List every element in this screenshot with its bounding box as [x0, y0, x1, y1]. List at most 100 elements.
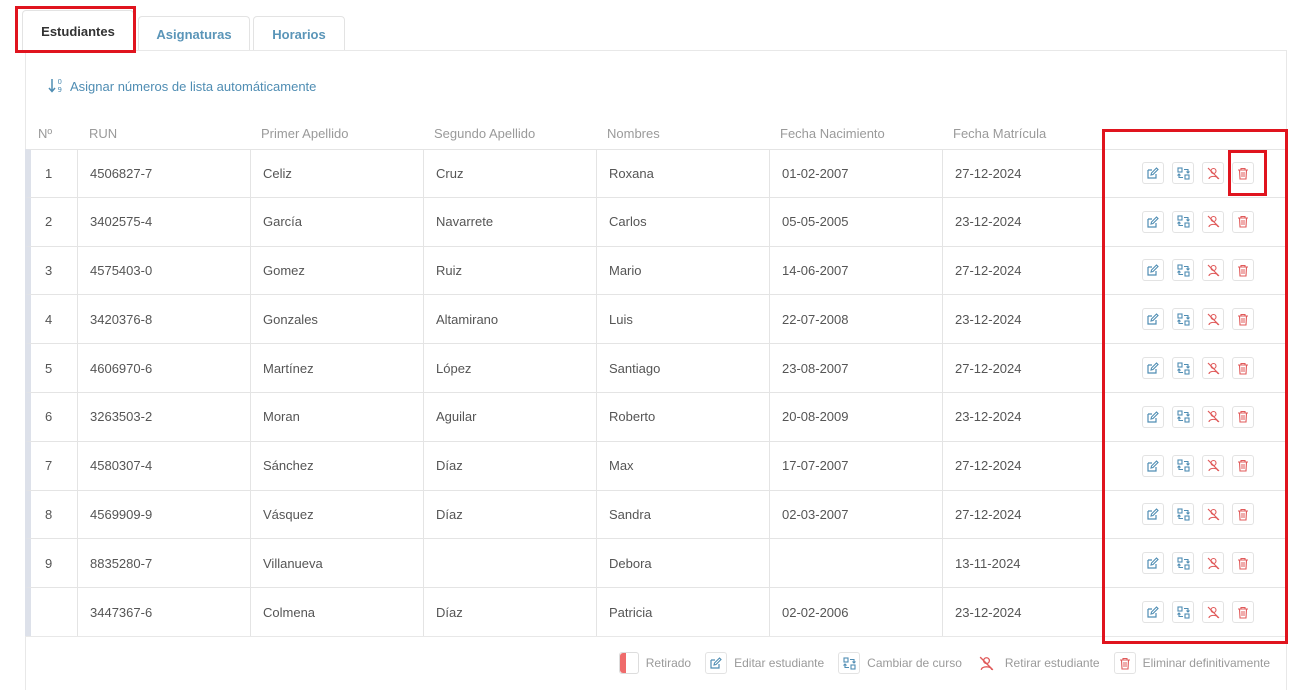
- legend-retirar-label: Retirar estudiante: [1004, 656, 1100, 670]
- cell-nombres: Roxana: [596, 150, 769, 197]
- user-remove-icon: [1207, 410, 1219, 423]
- user-remove-icon: [1207, 264, 1219, 277]
- delete-student-button[interactable]: [1232, 210, 1254, 233]
- withdraw-student-button[interactable]: [1202, 259, 1224, 282]
- cell-nombres: Max: [596, 441, 769, 490]
- edit-student-button[interactable]: [1142, 308, 1164, 331]
- withdraw-student-button[interactable]: [1202, 162, 1224, 185]
- edit-icon: [1147, 264, 1159, 277]
- trash-icon: [1238, 313, 1248, 326]
- delete-student-button[interactable]: [1232, 357, 1254, 380]
- cell-segundo-apellido: Díaz: [423, 441, 596, 490]
- cell-segundo-apellido: Aguilar: [423, 392, 596, 441]
- tab-estudiantes[interactable]: Estudiantes: [22, 10, 134, 52]
- delete-student-button[interactable]: [1232, 162, 1254, 185]
- user-remove-icon: [1207, 606, 1219, 618]
- withdraw-student-button[interactable]: [1202, 405, 1224, 428]
- change-course-button[interactable]: [1172, 357, 1194, 380]
- change-course-button[interactable]: [1172, 601, 1194, 624]
- delete-student-button[interactable]: [1232, 259, 1254, 282]
- cell-fecha-nacimiento: 05-05-2005: [769, 197, 942, 246]
- change-course-button[interactable]: [1172, 210, 1194, 233]
- withdraw-student-button[interactable]: [1202, 210, 1224, 233]
- cell-fecha-matricula: 27-12-2024: [942, 490, 1102, 539]
- edit-student-button[interactable]: [1142, 503, 1164, 526]
- user-remove-icon: [1207, 508, 1219, 521]
- table-row: 9 8835280-7 Villanueva Debora 13-11-2024: [25, 539, 1285, 589]
- sort-numeric-icon: 0 9: [48, 77, 64, 95]
- change-course-button[interactable]: [1172, 308, 1194, 331]
- cell-fecha-matricula: 27-12-2024: [942, 150, 1102, 197]
- edit-student-button[interactable]: [1142, 162, 1164, 185]
- cell-primer-apellido: Martínez: [250, 344, 423, 392]
- delete-student-button[interactable]: [1232, 405, 1254, 428]
- cell-nombres: Roberto: [596, 392, 769, 441]
- auto-assign-label: Asignar números de lista automáticamente: [70, 78, 317, 94]
- edit-student-button[interactable]: [1142, 259, 1164, 282]
- legend-divider: [25, 636, 1287, 637]
- change-course-button[interactable]: [1172, 454, 1194, 477]
- cell-fecha-nacimiento: [769, 539, 942, 588]
- edit-icon: [1147, 459, 1159, 472]
- edit-student-button[interactable]: [1142, 552, 1164, 575]
- cell-nombres: Luis: [596, 295, 769, 344]
- tab-asignaturas[interactable]: Asignaturas: [138, 16, 250, 52]
- cell-nombres: Carlos: [596, 197, 769, 246]
- edit-student-button[interactable]: [1142, 210, 1164, 233]
- change-course-button[interactable]: [1172, 552, 1194, 575]
- cell-primer-apellido: Sánchez: [250, 441, 423, 490]
- delete-student-button[interactable]: [1232, 503, 1254, 526]
- delete-student-button[interactable]: [1232, 308, 1254, 331]
- trash-icon: [1238, 411, 1248, 423]
- withdraw-student-button[interactable]: [1202, 357, 1224, 380]
- user-remove-icon: [1207, 215, 1219, 228]
- edit-icon: [1147, 167, 1159, 179]
- cell-num: 7: [45, 458, 53, 474]
- edit-student-button[interactable]: [1142, 454, 1164, 477]
- swap-icon: [1176, 459, 1190, 472]
- col-fecha-matricula: Fecha Matrícula: [953, 126, 1047, 141]
- tab-bar: Estudiantes Asignaturas Horarios: [16, 10, 1286, 52]
- cell-fecha-matricula: 27-12-2024: [942, 344, 1102, 392]
- change-course-button[interactable]: [1172, 162, 1194, 185]
- user-remove-icon: [1207, 557, 1219, 570]
- tab-horarios[interactable]: Horarios: [253, 16, 345, 52]
- trash-icon: [1238, 606, 1248, 619]
- col-num: Nº: [38, 126, 53, 141]
- cell-primer-apellido: Moran: [250, 392, 423, 441]
- edit-student-button[interactable]: [1142, 357, 1164, 380]
- cell-run: 3402575-4: [77, 197, 250, 246]
- edit-icon: [1147, 313, 1159, 325]
- swap-icon: [1176, 313, 1190, 326]
- auto-assign-button[interactable]: 0 9 Asignar números de lista automáticam…: [48, 76, 316, 96]
- cell-fecha-nacimiento: 17-07-2007: [769, 441, 942, 490]
- col-primer-apellido: Primer Apellido: [261, 126, 349, 141]
- cell-segundo-apellido: Altamirano: [423, 295, 596, 344]
- table-row: 5 4606970-6 Martínez López Santiago 23-0…: [25, 344, 1285, 393]
- legend-retirado: Retirado: [618, 652, 691, 674]
- withdraw-student-button[interactable]: [1202, 308, 1224, 331]
- change-course-button[interactable]: [1172, 405, 1194, 428]
- change-course-button[interactable]: [1172, 503, 1194, 526]
- change-course-button[interactable]: [1172, 259, 1194, 282]
- legend-retirar: Retirar estudiante: [975, 652, 1100, 674]
- cell-fecha-nacimiento: 01-02-2007: [769, 150, 942, 197]
- row-actions: [1142, 539, 1254, 587]
- cell-num: 8: [45, 506, 53, 522]
- edit-icon: [1147, 508, 1159, 521]
- cell-num: 6: [45, 409, 53, 425]
- delete-student-button[interactable]: [1232, 552, 1254, 575]
- edit-student-button[interactable]: [1142, 405, 1164, 428]
- withdraw-student-button[interactable]: [1202, 454, 1224, 477]
- withdraw-student-button[interactable]: [1202, 503, 1224, 526]
- cell-primer-apellido: Colmena: [250, 588, 423, 636]
- delete-student-button[interactable]: [1232, 601, 1254, 624]
- withdraw-student-button[interactable]: [1202, 552, 1224, 575]
- user-remove-icon: [1207, 362, 1219, 375]
- user-remove-icon: [1207, 459, 1219, 472]
- table-row: 8 4569909-9 Vásquez Díaz Sandra 02-03-20…: [25, 490, 1285, 540]
- col-run: RUN: [89, 126, 118, 141]
- edit-student-button[interactable]: [1142, 601, 1164, 624]
- withdraw-student-button[interactable]: [1202, 601, 1224, 624]
- delete-student-button[interactable]: [1232, 454, 1254, 477]
